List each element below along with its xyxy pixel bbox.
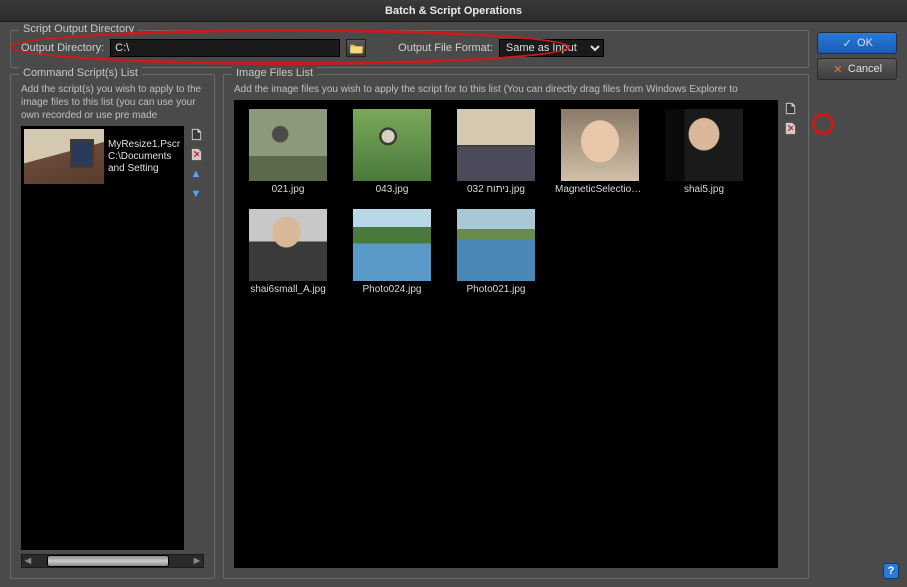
browse-button[interactable] xyxy=(346,39,366,57)
image-item[interactable]: shai6small_A.jpg xyxy=(243,209,333,295)
image-label: shai6small_A.jpg xyxy=(250,284,326,295)
image-item[interactable]: MagneticSelection1_Copy... xyxy=(555,109,645,195)
image-label: 021.jpg xyxy=(272,184,305,195)
image-label: MagneticSelection1_Copy... xyxy=(555,184,645,195)
image-thumbnail xyxy=(249,209,327,281)
output-legend: Script Output Directory xyxy=(19,23,138,35)
image-item[interactable]: shai5.jpg xyxy=(659,109,749,195)
output-dir-label: Output Directory: xyxy=(21,42,104,54)
image-thumbnail xyxy=(561,109,639,181)
remove-script-icon[interactable] xyxy=(188,146,204,162)
image-thumbnail xyxy=(249,109,327,181)
script-label: MyResize1.Pscr C:\Documents and Setting xyxy=(108,139,181,175)
check-icon: ✓ xyxy=(841,37,853,50)
move-down-icon[interactable]: ▼ xyxy=(188,186,204,202)
image-thumbnail xyxy=(457,109,535,181)
script-thumbnail xyxy=(24,129,104,184)
image-thumbnail xyxy=(665,109,743,181)
add-script-icon[interactable] xyxy=(188,126,204,142)
image-item[interactable]: Photo021.jpg xyxy=(451,209,541,295)
image-item[interactable]: 032 ניתוח.jpg xyxy=(451,109,541,195)
help-button[interactable]: ? xyxy=(883,563,899,579)
image-thumbnail xyxy=(457,209,535,281)
scripts-panel: Command Script(s) List Add the script(s)… xyxy=(10,74,215,579)
remove-image-icon[interactable] xyxy=(782,120,798,136)
scripts-hscrollbar[interactable]: ◄ ► xyxy=(21,554,204,568)
image-thumbnail xyxy=(353,109,431,181)
image-item[interactable]: Photo024.jpg xyxy=(347,209,437,295)
ok-button[interactable]: ✓ OK xyxy=(817,32,897,54)
images-legend: Image Files List xyxy=(232,67,317,79)
scripts-desc: Add the script(s) you wish to apply to t… xyxy=(21,83,204,122)
output-format-select[interactable]: Same as Input xyxy=(499,39,604,57)
x-icon: ✕ xyxy=(832,63,844,76)
images-list[interactable]: 021.jpg 043.jpg 032 ניתוח.jpg MagneticSelec… xyxy=(234,100,778,568)
images-panel: Image Files List Add the image files you… xyxy=(223,74,809,579)
image-label: 032 ניתוח.jpg xyxy=(467,184,525,195)
image-label: 043.jpg xyxy=(376,184,409,195)
folder-icon xyxy=(350,43,363,54)
image-item[interactable]: 043.jpg xyxy=(347,109,437,195)
scripts-list[interactable]: MyResize1.Pscr C:\Documents and Setting xyxy=(21,126,184,550)
image-thumbnail xyxy=(353,209,431,281)
output-format-label: Output File Format: xyxy=(398,42,493,54)
add-image-icon[interactable] xyxy=(782,100,798,116)
image-item[interactable]: 021.jpg xyxy=(243,109,333,195)
image-label: shai5.jpg xyxy=(684,184,724,195)
scripts-legend: Command Script(s) List xyxy=(19,67,142,79)
output-directory-group: Script Output Directory Output Directory… xyxy=(10,30,809,68)
images-desc: Add the image files you wish to apply th… xyxy=(234,83,798,96)
dialog-title: Batch & Script Operations xyxy=(0,0,907,22)
script-item[interactable]: MyResize1.Pscr C:\Documents and Setting xyxy=(22,127,183,186)
cancel-button[interactable]: ✕ Cancel xyxy=(817,58,897,80)
output-dir-input[interactable] xyxy=(110,39,340,57)
image-label: Photo021.jpg xyxy=(467,284,526,295)
image-label: Photo024.jpg xyxy=(363,284,422,295)
move-up-icon[interactable]: ▲ xyxy=(188,166,204,182)
